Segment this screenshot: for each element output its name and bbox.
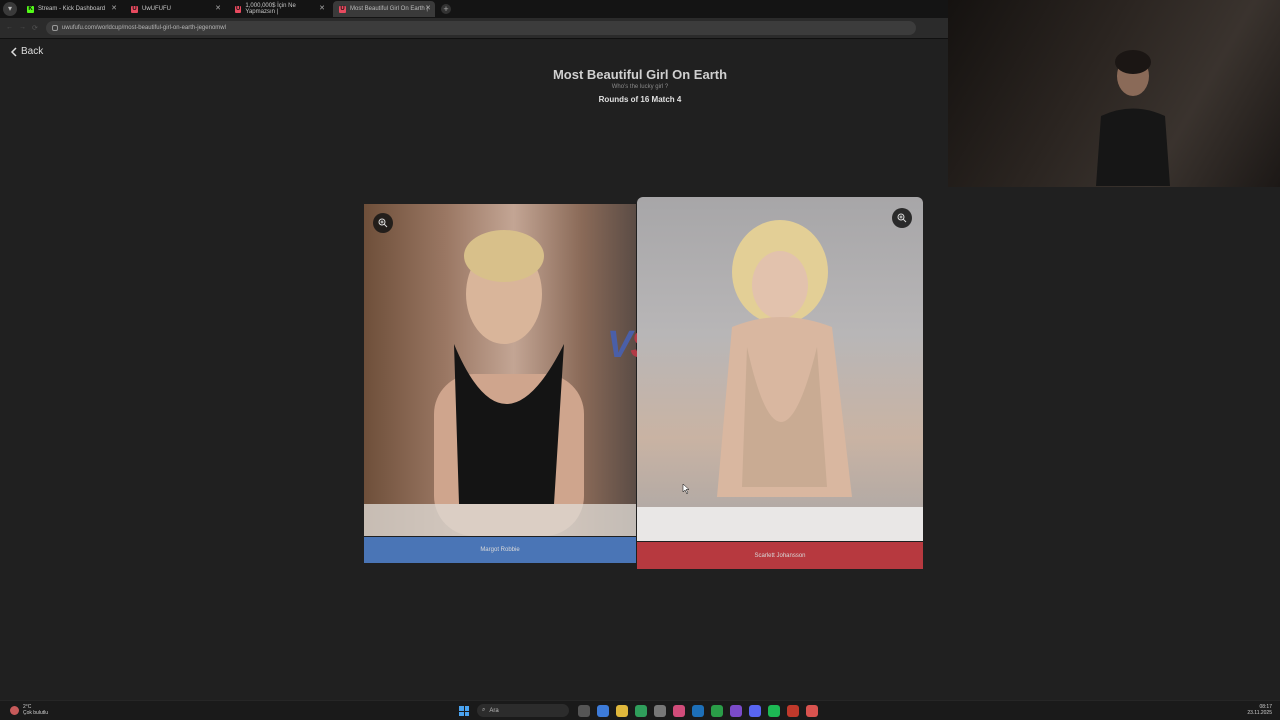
address-bar-row: ← → ⟳ uwufufu.com/worldcup/most-beautifu… bbox=[0, 18, 948, 38]
uwufufu-favicon-icon: U bbox=[339, 5, 346, 13]
candidate-name-right[interactable]: Scarlett Johansson bbox=[637, 542, 923, 569]
zoom-right-button[interactable] bbox=[892, 208, 912, 228]
tab-label: Most Beautiful Girl On Earth | bbox=[350, 6, 428, 12]
excel-icon[interactable] bbox=[635, 705, 647, 717]
nav-buttons: ← → ⟳ bbox=[6, 24, 38, 32]
browser-icon[interactable] bbox=[673, 705, 685, 717]
weather-icon bbox=[10, 705, 19, 715]
tab-label: UwUFUFU bbox=[142, 6, 171, 12]
webcam-overlay bbox=[948, 0, 1280, 187]
weather-widget[interactable]: 2°C Çok bulutlu bbox=[10, 704, 48, 716]
portrait-illustration bbox=[364, 230, 636, 536]
candidate-card-left[interactable]: Margot Robbie bbox=[364, 204, 636, 563]
tab-most-beautiful[interactable]: U Most Beautiful Girl On Earth | ✕ bbox=[333, 1, 435, 17]
url-text: uwufufu.com/worldcup/most-beautiful-girl… bbox=[61, 25, 226, 31]
reload-icon[interactable]: ⟳ bbox=[32, 24, 38, 32]
copilot-icon[interactable] bbox=[597, 705, 609, 717]
candidate-photo-left[interactable] bbox=[364, 204, 636, 536]
weather-desc: Çok bulutlu bbox=[23, 710, 49, 716]
clock-date: 23.11.2025 bbox=[1247, 710, 1272, 716]
close-tab-icon[interactable]: ✕ bbox=[215, 4, 221, 12]
windows-start-icon[interactable] bbox=[459, 706, 469, 716]
zoom-in-icon bbox=[378, 218, 388, 228]
site-info-icon[interactable] bbox=[51, 25, 58, 31]
tab-search-button[interactable]: ▾ bbox=[3, 2, 17, 16]
weather-text: 2°C Çok bulutlu bbox=[23, 704, 48, 716]
search-icon: ⌕ bbox=[482, 707, 486, 713]
taskbar-apps bbox=[578, 705, 818, 717]
app-icon[interactable] bbox=[787, 705, 799, 717]
forward-nav-icon[interactable]: → bbox=[19, 24, 26, 32]
search-placeholder: Ara bbox=[489, 707, 499, 714]
kick-favicon-icon: K bbox=[27, 5, 34, 13]
candidate-photo-right[interactable] bbox=[637, 197, 923, 541]
spotify-icon[interactable] bbox=[768, 705, 780, 717]
uwufufu-favicon-icon: U bbox=[235, 5, 242, 13]
tab-million-dollar[interactable]: U 1,000,000$ İçin Ne Yapmazsın | ✕ bbox=[229, 1, 329, 17]
chevron-left-icon bbox=[10, 46, 17, 57]
app-icon[interactable] bbox=[730, 705, 742, 717]
chrome-icon[interactable] bbox=[806, 705, 818, 717]
uwufufu-favicon-icon: U bbox=[131, 5, 138, 13]
store-icon[interactable] bbox=[654, 705, 666, 717]
tab-label: Stream - Kick Dashboard bbox=[38, 6, 106, 12]
xbox-icon[interactable] bbox=[711, 705, 723, 717]
close-tab-icon[interactable]: ✕ bbox=[111, 4, 117, 12]
vs-v: V bbox=[607, 324, 632, 366]
back-button[interactable]: Back bbox=[10, 46, 43, 57]
taskbar-clock[interactable]: 08:17 23.11.2025 bbox=[1247, 704, 1272, 716]
tab-label: 1,000,000$ İçin Ne Yapmazsın | bbox=[245, 3, 296, 15]
back-label: Back bbox=[21, 46, 44, 57]
tab-uwufufu[interactable]: U UwUFUFU ✕ bbox=[125, 1, 225, 17]
discord-icon[interactable] bbox=[749, 705, 761, 717]
close-tab-icon[interactable]: ✕ bbox=[319, 4, 325, 12]
address-bar[interactable]: uwufufu.com/worldcup/most-beautiful-girl… bbox=[45, 21, 916, 35]
new-tab-button[interactable]: + bbox=[441, 4, 451, 14]
zoom-left-button[interactable] bbox=[373, 213, 393, 233]
chrome-divider bbox=[0, 38, 948, 39]
back-nav-icon[interactable]: ← bbox=[6, 24, 13, 32]
zoom-in-icon bbox=[897, 213, 907, 223]
taskbar-search[interactable]: ⌕ Ara bbox=[477, 704, 569, 717]
candidate-name-left[interactable]: Margot Robbie bbox=[364, 537, 636, 563]
streamer-silhouette bbox=[1096, 50, 1170, 186]
steam-icon[interactable] bbox=[692, 705, 704, 717]
tab-strip: ▾ K Stream - Kick Dashboard ✕ U UwUFUFU … bbox=[0, 0, 948, 18]
tab-kick-dashboard[interactable]: K Stream - Kick Dashboard ✕ bbox=[21, 1, 121, 17]
file-explorer-icon[interactable] bbox=[616, 705, 628, 717]
taskbar: 2°C Çok bulutlu ⌕ Ara 08:17 23.11.2025 bbox=[0, 700, 1280, 720]
mouse-cursor-icon bbox=[682, 484, 690, 494]
close-tab-icon[interactable]: ✕ bbox=[425, 4, 431, 12]
portrait-illustration bbox=[637, 220, 923, 541]
task-view-icon[interactable] bbox=[578, 705, 590, 717]
candidate-card-right[interactable]: Scarlett Johansson bbox=[637, 197, 923, 569]
